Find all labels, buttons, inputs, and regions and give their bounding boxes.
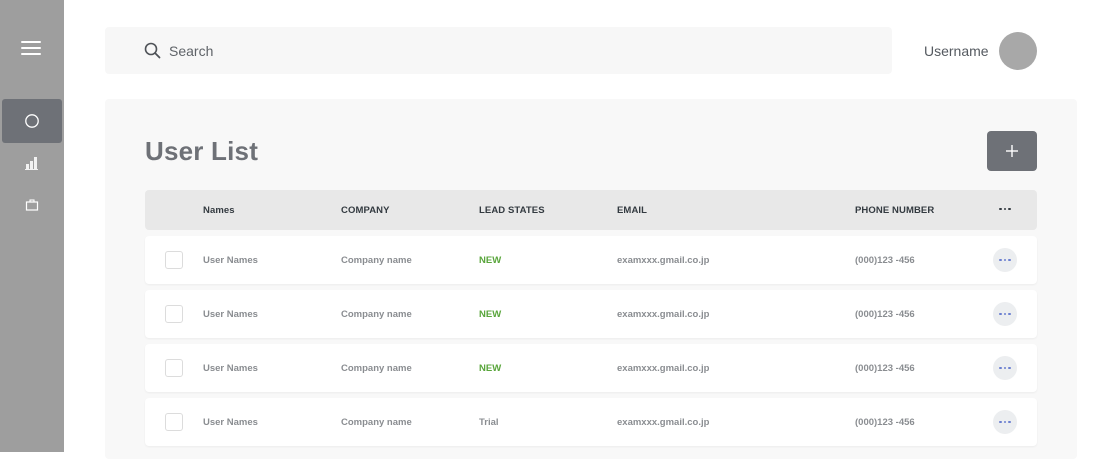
table-header: Names COMPANY LEAD STATES EMAIL PHONE NU… bbox=[145, 190, 1037, 230]
circle-icon bbox=[25, 114, 39, 128]
cell-phone: (000)123 -456 bbox=[855, 309, 915, 320]
user-list-panel: User List Names COMPANY LEAD STATES EMAI… bbox=[105, 99, 1077, 459]
row-more-options-icon[interactable] bbox=[993, 356, 1017, 380]
sidebar-item-home[interactable] bbox=[2, 99, 62, 143]
cell-name: User Names bbox=[203, 309, 258, 320]
plus-icon bbox=[1006, 145, 1018, 157]
row-more-options-icon[interactable] bbox=[993, 410, 1017, 434]
table-row: User Names Company name NEW examxxx.gmai… bbox=[145, 236, 1037, 284]
cell-lead-state: NEW bbox=[479, 363, 502, 374]
cell-name: User Names bbox=[203, 417, 258, 428]
more-options-icon[interactable] bbox=[998, 202, 1012, 216]
row-checkbox[interactable] bbox=[165, 413, 183, 431]
search-input[interactable] bbox=[169, 27, 869, 74]
cell-email: examxxx.gmail.co.jp bbox=[617, 363, 710, 374]
bar-chart-icon bbox=[25, 157, 38, 170]
row-checkbox[interactable] bbox=[165, 251, 183, 269]
cell-phone: (000)123 -456 bbox=[855, 255, 915, 266]
briefcase-icon bbox=[25, 199, 39, 211]
cell-email: examxxx.gmail.co.jp bbox=[617, 417, 710, 428]
search-bar bbox=[105, 27, 892, 74]
table-row: User Names Company name NEW examxxx.gmai… bbox=[145, 290, 1037, 338]
row-checkbox[interactable] bbox=[165, 305, 183, 323]
sidebar-item-projects[interactable] bbox=[2, 183, 62, 227]
sidebar bbox=[0, 0, 64, 452]
cell-lead-state: NEW bbox=[479, 309, 502, 320]
username-label: Username bbox=[924, 43, 989, 59]
cell-company: Company name bbox=[341, 255, 412, 266]
search-icon bbox=[144, 42, 161, 59]
row-checkbox[interactable] bbox=[165, 359, 183, 377]
cell-company: Company name bbox=[341, 363, 412, 374]
table-row: User Names Company name Trial examxxx.gm… bbox=[145, 398, 1037, 446]
column-header-lead-states[interactable]: LEAD STATES bbox=[479, 205, 545, 216]
cell-phone: (000)123 -456 bbox=[855, 363, 915, 374]
cell-company: Company name bbox=[341, 417, 412, 428]
table-row: User Names Company name NEW examxxx.gmai… bbox=[145, 344, 1037, 392]
column-header-email[interactable]: EMAIL bbox=[617, 205, 647, 216]
column-header-names[interactable]: Names bbox=[203, 205, 235, 216]
cell-lead-state: NEW bbox=[479, 255, 502, 266]
add-user-button[interactable] bbox=[987, 131, 1037, 171]
row-more-options-icon[interactable] bbox=[993, 302, 1017, 326]
avatar[interactable] bbox=[999, 32, 1037, 70]
cell-email: examxxx.gmail.co.jp bbox=[617, 255, 710, 266]
cell-lead-state: Trial bbox=[479, 417, 499, 428]
cell-name: User Names bbox=[203, 363, 258, 374]
sidebar-item-reports[interactable] bbox=[2, 141, 62, 185]
row-more-options-icon[interactable] bbox=[993, 248, 1017, 272]
cell-name: User Names bbox=[203, 255, 258, 266]
column-header-phone-number[interactable]: PHONE NUMBER bbox=[855, 205, 934, 216]
hamburger-menu-icon[interactable] bbox=[21, 40, 41, 56]
cell-phone: (000)123 -456 bbox=[855, 417, 915, 428]
cell-email: examxxx.gmail.co.jp bbox=[617, 309, 710, 320]
cell-company: Company name bbox=[341, 309, 412, 320]
column-header-company[interactable]: COMPANY bbox=[341, 205, 390, 216]
page-title: User List bbox=[145, 136, 259, 166]
